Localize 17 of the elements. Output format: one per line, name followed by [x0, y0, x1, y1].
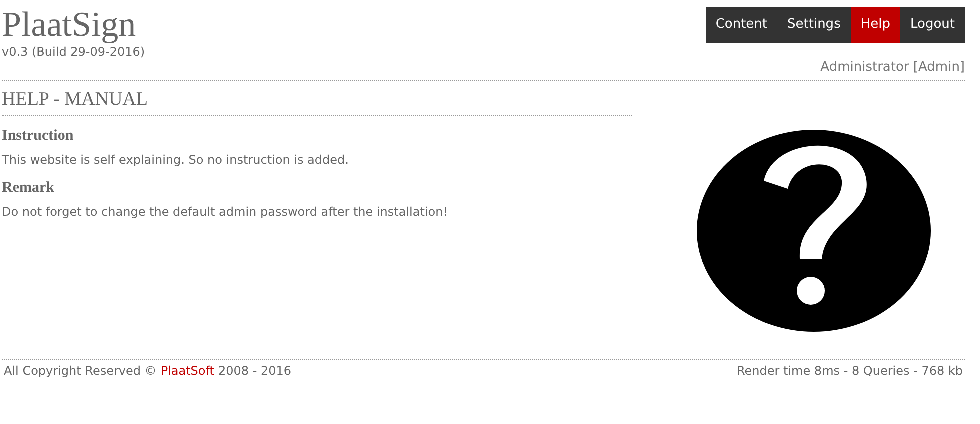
user-name: Administrator [Admin]	[820, 59, 965, 77]
copyright-years: 2008 - 2016	[218, 362, 292, 380]
nav-link[interactable]: Help	[850, 7, 900, 43]
nav-link[interactable]: Content	[706, 7, 778, 43]
nav-link[interactable]: Logout	[900, 7, 965, 43]
question-mark-icon	[696, 128, 932, 332]
section-heading: Remark	[2, 178, 56, 198]
render-stats: Render time 8ms - 8 Queries - 768 kb	[736, 362, 963, 380]
copyright-text: All Copyright Reserved ©	[4, 362, 157, 380]
section-text: This website is self explaining. So no instruction is added.	[2, 152, 350, 168]
site-title: PlaatSign	[2, 6, 138, 44]
version-text: v0.3 (Build 29-09-2016)	[2, 44, 146, 60]
section-text: Do not forget to change the default admin password after the installation!	[2, 204, 450, 220]
nav-link[interactable]: Settings	[778, 7, 851, 43]
company-link[interactable]: PlaatSoft	[160, 362, 214, 380]
page-title: HELP - MANUAL	[2, 88, 632, 116]
section-heading: Instruction	[2, 126, 75, 146]
